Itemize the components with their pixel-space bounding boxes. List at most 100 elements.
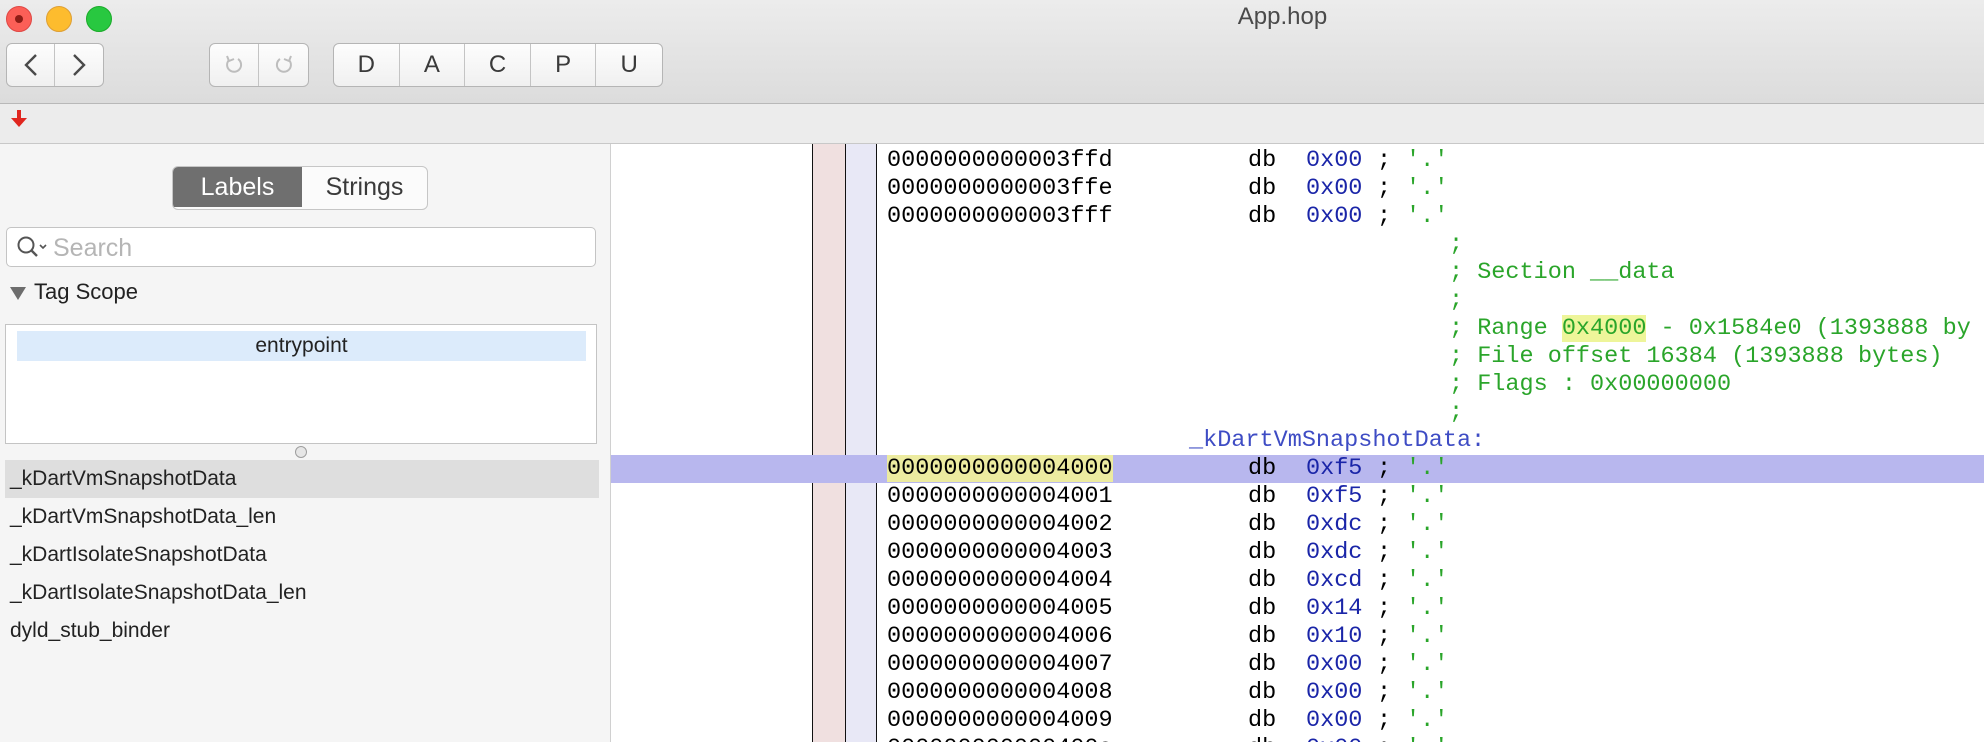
back-button[interactable] <box>7 44 56 86</box>
address: 0000000000003fff <box>887 203 1113 230</box>
undo-button[interactable] <box>210 44 260 86</box>
comment-separator: ; <box>1377 623 1392 650</box>
address: 0000000000004009 <box>887 707 1113 734</box>
address: 0000000000004000 <box>887 455 1113 482</box>
mnemonic: db <box>1248 735 1276 742</box>
code-row[interactable]: 000000000000400a db 0x00 ; '.' <box>611 735 1984 742</box>
list-item[interactable]: _kDartIsolateSnapshotData <box>5 536 599 574</box>
operand: 0xcd <box>1306 567 1363 594</box>
type-button-code[interactable]: C <box>465 44 531 86</box>
mnemonic: db <box>1248 511 1277 538</box>
navigation-bar <box>0 104 1984 144</box>
mnemonic: db <box>1248 483 1277 510</box>
char-comment: '.' <box>1406 147 1449 174</box>
operand: 0xf5 <box>1306 455 1363 482</box>
operand: 0x10 <box>1306 623 1363 650</box>
code-row[interactable]: 0000000000003ffe db 0x00 ; '.' <box>611 175 1984 203</box>
code-row[interactable]: 0000000000004009 db 0x00 ; '.' <box>611 707 1984 735</box>
char-comment: '.' <box>1406 567 1449 594</box>
code-row[interactable]: 0000000000004001 db 0xf5 ; '.' <box>611 483 1984 511</box>
code-row[interactable]: 0000000000004007 db 0x00 ; '.' <box>611 651 1984 679</box>
disassembly-view[interactable]: 0000000000003ffd db 0x00 ; '.' 000000000… <box>611 144 1984 742</box>
char-comment: '.' <box>1406 455 1449 482</box>
mnemonic: db <box>1248 203 1277 230</box>
char-comment: '.' <box>1406 175 1449 202</box>
list-item[interactable]: _kDartIsolateSnapshotData_len <box>5 574 599 612</box>
type-buttons: D A C P U <box>333 43 663 87</box>
type-button-ascii[interactable]: A <box>400 44 466 86</box>
type-button-undefined[interactable]: U <box>596 44 662 86</box>
mnemonic: db <box>1248 707 1277 734</box>
code-row[interactable]: 0000000000004005 db 0x14 ; '.' <box>611 595 1984 623</box>
operand: 0x14 <box>1306 595 1363 622</box>
section-comment: ; <box>1449 287 1464 314</box>
down-arrow-icon[interactable] <box>8 107 30 131</box>
comment-separator: ; <box>1377 567 1392 594</box>
char-comment: '.' <box>1406 623 1449 650</box>
code-row[interactable]: 0000000000003fff db 0x00 ; '.' <box>611 203 1984 231</box>
title-bar: App.hop D A C P U <box>0 0 1984 104</box>
redo-button[interactable] <box>259 44 308 86</box>
search-input[interactable] <box>51 231 585 265</box>
address: 000000000000400a <box>887 735 1113 742</box>
operand: 0x00 <box>1306 203 1363 230</box>
redo-icon <box>275 55 292 73</box>
split-handle[interactable] <box>295 446 307 458</box>
symbol-label[interactable]: _kDartVmSnapshotData: <box>1189 427 1485 454</box>
section-range-comment: ; Range 0x4000 - 0x1584e0 (1393888 by <box>1449 315 1971 342</box>
operand: 0x00 <box>1306 651 1363 678</box>
tag-scope-list: entrypoint <box>5 324 597 444</box>
comment-separator: ; <box>1377 175 1392 202</box>
comment-separator: ; <box>1377 651 1392 678</box>
address: 0000000000004007 <box>887 651 1113 678</box>
list-item[interactable]: dyld_stub_binder <box>5 612 599 650</box>
list-item[interactable]: _kDartVmSnapshotData_len <box>5 498 599 536</box>
comment-separator: ; <box>1377 735 1391 742</box>
code-row[interactable]: 0000000000004002 db 0xdc ; '.' <box>611 511 1984 539</box>
operand: 0x00 <box>1306 707 1363 734</box>
address: 0000000000004004 <box>887 567 1113 594</box>
code-row[interactable]: 0000000000003ffd db 0x00 ; '.' <box>611 147 1984 175</box>
mnemonic: db <box>1248 147 1277 174</box>
labels-tab[interactable]: Labels <box>173 167 302 207</box>
char-comment: '.' <box>1406 679 1449 706</box>
address: 0000000000003ffe <box>887 175 1113 202</box>
comment-separator: ; <box>1377 203 1392 230</box>
code-row[interactable]: 0000000000004003 db 0xdc ; '.' <box>611 539 1984 567</box>
type-button-procedure[interactable]: P <box>531 44 597 86</box>
chevron-left-icon <box>23 54 37 76</box>
window-title: App.hop <box>1237 3 1328 30</box>
search-icon <box>17 236 47 257</box>
address: 0000000000004002 <box>887 511 1113 538</box>
navigation-buttons <box>6 43 104 87</box>
labels-strings-toggle: Labels Strings <box>172 166 428 210</box>
disclosure-triangle-icon[interactable] <box>10 286 26 300</box>
section-comment: ; Section __data <box>1449 259 1675 286</box>
forward-button[interactable] <box>55 44 103 86</box>
char-comment: '.' <box>1406 651 1449 678</box>
range-suffix: - 0x1584e0 (1393888 by <box>1646 315 1971 342</box>
section-comment: ; <box>1449 399 1464 426</box>
tag-scope-header[interactable]: Tag Scope <box>10 279 138 305</box>
tag-item-entrypoint[interactable]: entrypoint <box>17 331 586 361</box>
operand: 0x00 <box>1306 175 1363 202</box>
type-button-data[interactable]: D <box>334 44 400 86</box>
labels-list: _kDartVmSnapshotData _kDartVmSnapshotDat… <box>5 460 599 650</box>
code-row-selected[interactable]: 0000000000004000 db 0xf5 ; '.' <box>611 455 1984 483</box>
operand: 0x00 <box>1306 735 1362 742</box>
char-comment: '.' <box>1406 483 1449 510</box>
code-row[interactable]: 0000000000004004 db 0xcd ; '.' <box>611 567 1984 595</box>
mnemonic: db <box>1248 175 1277 202</box>
comment-separator: ; <box>1377 147 1392 174</box>
code-row[interactable]: 0000000000004006 db 0x10 ; '.' <box>611 623 1984 651</box>
address: 0000000000004006 <box>887 623 1113 650</box>
search-field[interactable] <box>6 227 596 267</box>
char-comment: '.' <box>1406 203 1449 230</box>
comment-separator: ; <box>1377 707 1392 734</box>
undo-redo-buttons <box>209 43 309 87</box>
code-row[interactable]: 0000000000004008 db 0x00 ; '.' <box>611 679 1984 707</box>
list-item[interactable]: _kDartVmSnapshotData <box>5 460 599 498</box>
strings-tab[interactable]: Strings <box>302 167 427 207</box>
chevron-right-icon <box>73 54 86 76</box>
mnemonic: db <box>1248 679 1277 706</box>
